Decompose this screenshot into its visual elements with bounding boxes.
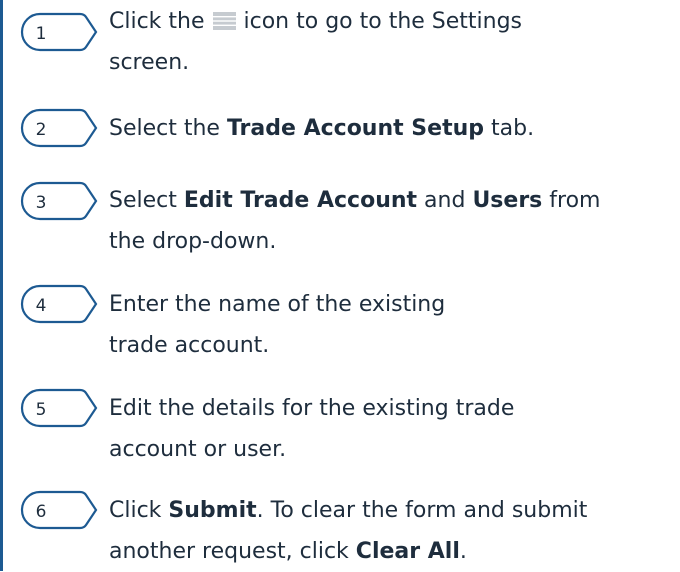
step-text-segment: Click <box>109 498 169 523</box>
step-text-segment: Select the <box>109 116 227 141</box>
step-text-segment: trade account. <box>109 333 270 358</box>
step-number: 4 <box>36 296 47 316</box>
step-text-segment: Enter the name of the existing <box>109 292 446 317</box>
step-text-segment: icon to go to the Settings <box>236 9 523 34</box>
step-text: Select the Trade Account Setup tab. <box>109 108 669 149</box>
step-text-bold: Users <box>472 188 543 213</box>
step-text-segment: screen. <box>109 50 190 75</box>
step-text-bold: Clear All <box>355 539 460 564</box>
step-list: 1 Click the icon to go to the Settings sc… <box>0 0 680 571</box>
step-text-segment: Edit the details for the existing trade <box>109 396 515 421</box>
step-number: 3 <box>36 193 47 213</box>
step-number: 5 <box>36 400 47 420</box>
step-number-marker: 1 <box>20 12 100 52</box>
step-number-marker: 5 <box>20 388 100 428</box>
step-number-marker: 2 <box>20 108 100 148</box>
step-number-marker: 4 <box>20 284 100 324</box>
step-text-bold: Trade Account Setup <box>226 116 484 141</box>
step-number-marker: 6 <box>20 490 100 530</box>
step-text: Click Submit. To clear the form and subm… <box>109 490 669 572</box>
menu-icon <box>212 12 236 30</box>
step-text-segment: Click the <box>109 9 212 34</box>
step-text-segment: account or user. <box>109 437 287 462</box>
step-text-segment: from <box>542 188 601 213</box>
step-text: Select Edit Trade Account and Users from… <box>109 180 669 262</box>
step-text-bold: Submit <box>168 498 257 523</box>
step-text-segment: and <box>417 188 473 213</box>
step-text-segment: another request, click <box>109 539 356 564</box>
step-text-segment: tab. <box>484 116 535 141</box>
step-text-segment: . <box>459 539 467 564</box>
step-number-marker: 3 <box>20 181 100 221</box>
step-text-segment: Select <box>109 188 184 213</box>
step-text: Edit the details for the existing trade a… <box>109 388 669 470</box>
step-number: 2 <box>36 120 47 140</box>
step-text: Enter the name of the existing trade acco… <box>109 284 669 366</box>
step-number: 1 <box>36 24 47 44</box>
step-text-bold: Edit Trade Account <box>183 188 418 213</box>
step-number: 6 <box>36 502 47 522</box>
step-text-segment: . To clear the form and submit <box>256 498 588 523</box>
step-text-segment: the drop-down. <box>109 229 277 254</box>
step-text: Click the icon to go to the Settings scre… <box>109 1 669 83</box>
